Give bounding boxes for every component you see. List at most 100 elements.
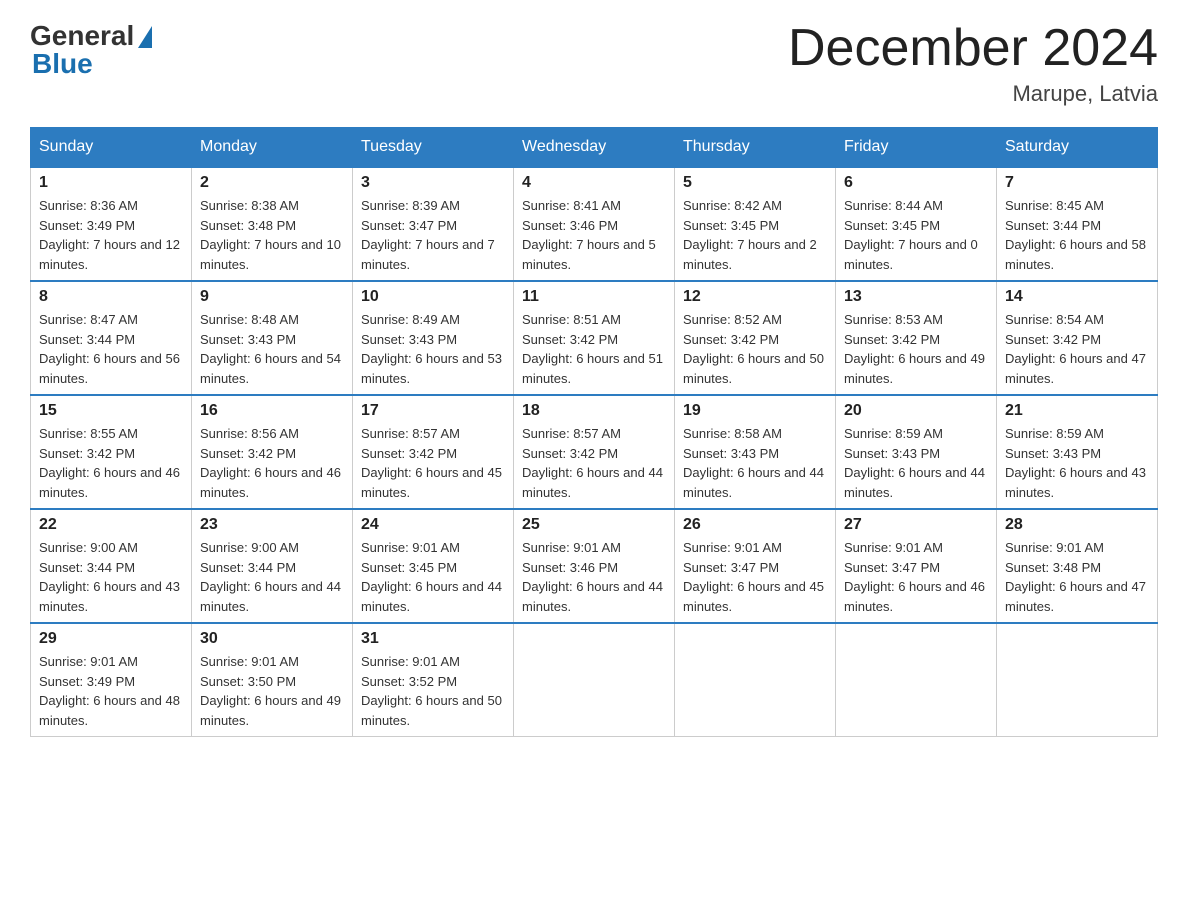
day-number: 14 [1005,288,1149,306]
day-number: 23 [200,516,344,534]
calendar-cell: 25 Sunrise: 9:01 AMSunset: 3:46 PMDaylig… [514,509,675,623]
week-row-5: 29 Sunrise: 9:01 AMSunset: 3:49 PMDaylig… [31,623,1158,737]
day-number: 26 [683,516,827,534]
day-number: 1 [39,174,183,192]
logo-triangle-icon [138,26,152,48]
day-number: 9 [200,288,344,306]
day-info: Sunrise: 9:01 AMSunset: 3:47 PMDaylight:… [844,540,985,614]
day-info: Sunrise: 8:45 AMSunset: 3:44 PMDaylight:… [1005,198,1146,272]
calendar-cell: 15 Sunrise: 8:55 AMSunset: 3:42 PMDaylig… [31,395,192,509]
calendar-cell: 6 Sunrise: 8:44 AMSunset: 3:45 PMDayligh… [836,167,997,281]
day-number: 7 [1005,174,1149,192]
day-info: Sunrise: 8:47 AMSunset: 3:44 PMDaylight:… [39,312,180,386]
day-number: 25 [522,516,666,534]
day-number: 20 [844,402,988,420]
calendar-cell: 24 Sunrise: 9:01 AMSunset: 3:45 PMDaylig… [353,509,514,623]
day-info: Sunrise: 8:39 AMSunset: 3:47 PMDaylight:… [361,198,495,272]
calendar-cell: 12 Sunrise: 8:52 AMSunset: 3:42 PMDaylig… [675,281,836,395]
day-info: Sunrise: 9:01 AMSunset: 3:49 PMDaylight:… [39,654,180,728]
day-number: 6 [844,174,988,192]
calendar-cell: 20 Sunrise: 8:59 AMSunset: 3:43 PMDaylig… [836,395,997,509]
day-info: Sunrise: 8:44 AMSunset: 3:45 PMDaylight:… [844,198,978,272]
logo: General Blue [30,20,152,80]
calendar-cell: 11 Sunrise: 8:51 AMSunset: 3:42 PMDaylig… [514,281,675,395]
calendar-cell [514,623,675,737]
day-number: 16 [200,402,344,420]
weekday-header-row: SundayMondayTuesdayWednesdayThursdayFrid… [31,128,1158,168]
day-info: Sunrise: 8:38 AMSunset: 3:48 PMDaylight:… [200,198,341,272]
day-info: Sunrise: 8:55 AMSunset: 3:42 PMDaylight:… [39,426,180,500]
day-info: Sunrise: 8:48 AMSunset: 3:43 PMDaylight:… [200,312,341,386]
day-number: 19 [683,402,827,420]
day-info: Sunrise: 8:42 AMSunset: 3:45 PMDaylight:… [683,198,817,272]
calendar-cell [836,623,997,737]
calendar-cell: 26 Sunrise: 9:01 AMSunset: 3:47 PMDaylig… [675,509,836,623]
calendar-cell: 8 Sunrise: 8:47 AMSunset: 3:44 PMDayligh… [31,281,192,395]
day-info: Sunrise: 9:01 AMSunset: 3:52 PMDaylight:… [361,654,502,728]
calendar-cell: 10 Sunrise: 8:49 AMSunset: 3:43 PMDaylig… [353,281,514,395]
week-row-1: 1 Sunrise: 8:36 AMSunset: 3:49 PMDayligh… [31,167,1158,281]
calendar-cell: 19 Sunrise: 8:58 AMSunset: 3:43 PMDaylig… [675,395,836,509]
calendar-cell: 17 Sunrise: 8:57 AMSunset: 3:42 PMDaylig… [353,395,514,509]
calendar-cell: 18 Sunrise: 8:57 AMSunset: 3:42 PMDaylig… [514,395,675,509]
calendar-cell: 30 Sunrise: 9:01 AMSunset: 3:50 PMDaylig… [192,623,353,737]
day-info: Sunrise: 8:52 AMSunset: 3:42 PMDaylight:… [683,312,824,386]
week-row-3: 15 Sunrise: 8:55 AMSunset: 3:42 PMDaylig… [31,395,1158,509]
day-info: Sunrise: 9:01 AMSunset: 3:47 PMDaylight:… [683,540,824,614]
day-info: Sunrise: 9:01 AMSunset: 3:46 PMDaylight:… [522,540,663,614]
day-info: Sunrise: 8:49 AMSunset: 3:43 PMDaylight:… [361,312,502,386]
day-number: 15 [39,402,183,420]
calendar-cell: 1 Sunrise: 8:36 AMSunset: 3:49 PMDayligh… [31,167,192,281]
day-info: Sunrise: 8:51 AMSunset: 3:42 PMDaylight:… [522,312,663,386]
calendar-cell: 13 Sunrise: 8:53 AMSunset: 3:42 PMDaylig… [836,281,997,395]
day-info: Sunrise: 8:41 AMSunset: 3:46 PMDaylight:… [522,198,656,272]
calendar-cell: 29 Sunrise: 9:01 AMSunset: 3:49 PMDaylig… [31,623,192,737]
month-title: December 2024 [788,20,1158,77]
calendar-cell: 28 Sunrise: 9:01 AMSunset: 3:48 PMDaylig… [997,509,1158,623]
day-number: 10 [361,288,505,306]
day-info: Sunrise: 8:57 AMSunset: 3:42 PMDaylight:… [522,426,663,500]
day-number: 29 [39,630,183,648]
weekday-header-monday: Monday [192,128,353,168]
day-info: Sunrise: 9:01 AMSunset: 3:50 PMDaylight:… [200,654,341,728]
day-number: 27 [844,516,988,534]
calendar-cell: 7 Sunrise: 8:45 AMSunset: 3:44 PMDayligh… [997,167,1158,281]
day-number: 28 [1005,516,1149,534]
day-info: Sunrise: 8:53 AMSunset: 3:42 PMDaylight:… [844,312,985,386]
day-info: Sunrise: 9:00 AMSunset: 3:44 PMDaylight:… [39,540,180,614]
day-info: Sunrise: 8:57 AMSunset: 3:42 PMDaylight:… [361,426,502,500]
calendar-cell: 5 Sunrise: 8:42 AMSunset: 3:45 PMDayligh… [675,167,836,281]
weekday-header-sunday: Sunday [31,128,192,168]
day-info: Sunrise: 9:00 AMSunset: 3:44 PMDaylight:… [200,540,341,614]
calendar-cell: 27 Sunrise: 9:01 AMSunset: 3:47 PMDaylig… [836,509,997,623]
day-number: 11 [522,288,666,306]
weekday-header-saturday: Saturday [997,128,1158,168]
calendar-cell [675,623,836,737]
calendar-cell: 4 Sunrise: 8:41 AMSunset: 3:46 PMDayligh… [514,167,675,281]
day-number: 12 [683,288,827,306]
day-number: 4 [522,174,666,192]
day-number: 3 [361,174,505,192]
calendar-cell: 21 Sunrise: 8:59 AMSunset: 3:43 PMDaylig… [997,395,1158,509]
logo-blue-text: Blue [32,48,93,80]
calendar-cell: 31 Sunrise: 9:01 AMSunset: 3:52 PMDaylig… [353,623,514,737]
day-info: Sunrise: 8:56 AMSunset: 3:42 PMDaylight:… [200,426,341,500]
day-number: 22 [39,516,183,534]
day-number: 2 [200,174,344,192]
day-number: 17 [361,402,505,420]
week-row-2: 8 Sunrise: 8:47 AMSunset: 3:44 PMDayligh… [31,281,1158,395]
day-info: Sunrise: 9:01 AMSunset: 3:45 PMDaylight:… [361,540,502,614]
calendar-cell: 16 Sunrise: 8:56 AMSunset: 3:42 PMDaylig… [192,395,353,509]
calendar-cell: 23 Sunrise: 9:00 AMSunset: 3:44 PMDaylig… [192,509,353,623]
weekday-header-friday: Friday [836,128,997,168]
weekday-header-wednesday: Wednesday [514,128,675,168]
day-info: Sunrise: 8:36 AMSunset: 3:49 PMDaylight:… [39,198,180,272]
calendar-cell [997,623,1158,737]
day-number: 31 [361,630,505,648]
day-number: 24 [361,516,505,534]
day-number: 13 [844,288,988,306]
header: General Blue December 2024 Marupe, Latvi… [30,20,1158,107]
day-number: 21 [1005,402,1149,420]
title-area: December 2024 Marupe, Latvia [788,20,1158,107]
calendar-cell: 3 Sunrise: 8:39 AMSunset: 3:47 PMDayligh… [353,167,514,281]
